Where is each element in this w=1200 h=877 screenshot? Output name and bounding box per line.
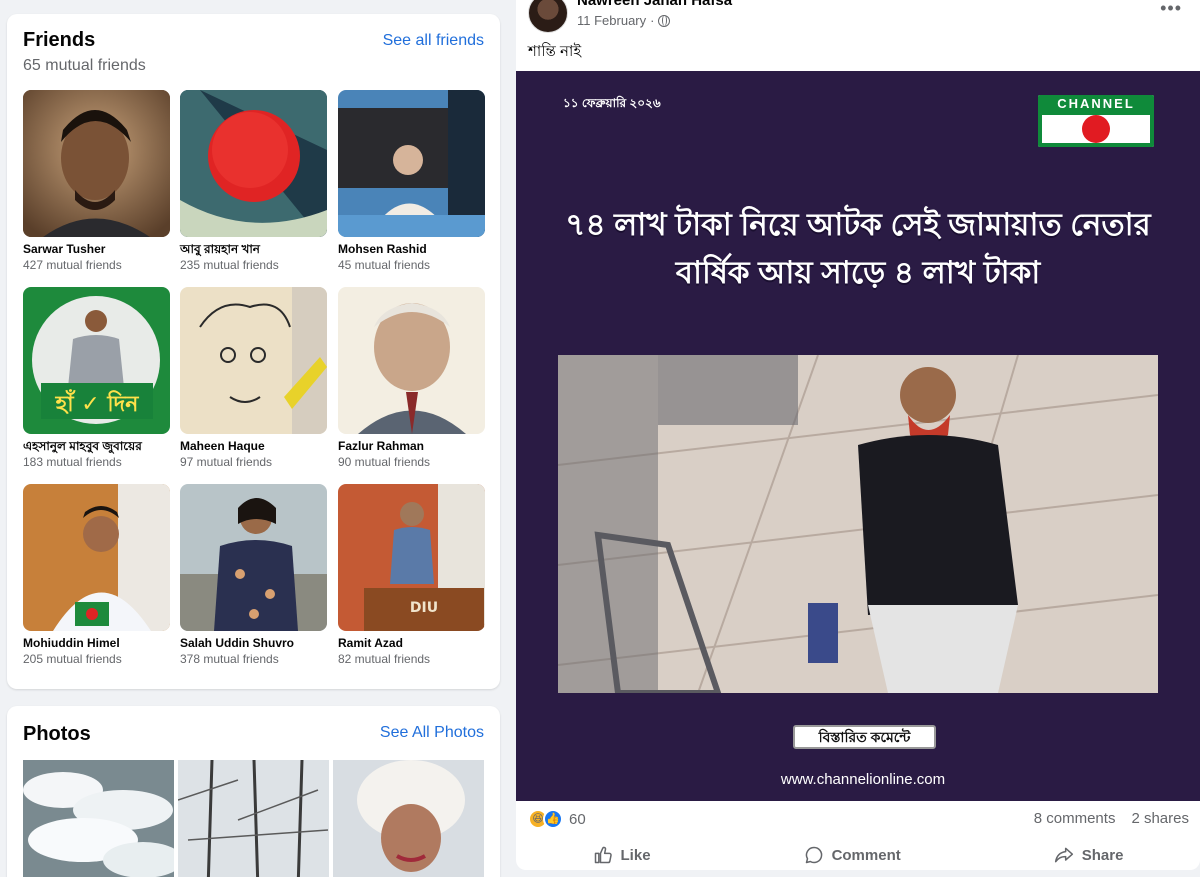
friend-name[interactable]: Mohiuddin Himel	[23, 635, 170, 651]
globe-icon	[658, 14, 671, 27]
post-actions: Like Comment Share	[516, 835, 1200, 875]
friend-mutual-count: 205 mutual friends	[23, 652, 122, 666]
channel-website: www.channelionline.com	[780, 771, 946, 788]
headline-line-1: ৭৪ লাখ টাকা নিয়ে আটক সেই জামায়াত নেতার	[565, 207, 1151, 242]
comments-count[interactable]: 8 comments	[1034, 810, 1116, 827]
friend-photo[interactable]	[23, 484, 170, 631]
friend-tile[interactable]: Maheen Haque 97 mutual friends	[180, 287, 327, 470]
reaction-summary[interactable]: 😆 👍 60	[528, 809, 586, 829]
details-in-comments-label: বিস্তারিত কমেন্টে	[793, 725, 936, 749]
friend-photo[interactable]	[180, 484, 327, 631]
reaction-count: 60	[569, 810, 586, 828]
headline-line-2: বার্ষিক আয় সাড়ে ৪ লাখ টাকা	[675, 255, 1041, 290]
image-date: ১১ ফেব্রুয়ারি ২০২৬	[563, 96, 661, 110]
engagement-counts: 8 comments 2 shares	[1034, 810, 1189, 827]
friend-photo[interactable]	[180, 90, 327, 237]
friend-photo[interactable]	[180, 287, 327, 434]
friend-name[interactable]: Sarwar Tusher	[23, 241, 170, 257]
photo-thumbnail[interactable]	[23, 760, 174, 877]
comment-icon	[805, 846, 822, 864]
friend-mutual-count: 183 mutual friends	[23, 455, 122, 469]
post-image[interactable]: ১১ ফেব্রুয়ারি ২০২৬ CHANNEL ৭৪ লাখ টাকা …	[516, 71, 1200, 801]
friend-name[interactable]: Salah Uddin Shuvro	[180, 635, 327, 651]
like-reaction-icon: 👍	[543, 809, 563, 829]
friend-mutual-count: 82 mutual friends	[338, 652, 431, 666]
photos-title: Photos	[23, 723, 91, 745]
friend-mutual-count: 45 mutual friends	[338, 258, 431, 272]
news-photo	[558, 355, 1158, 693]
friend-name[interactable]: এহসানুল মাহবুব জুবায়ের	[23, 438, 170, 454]
see-all-photos-link[interactable]: See All Photos	[380, 724, 484, 742]
friend-mutual-count: 90 mutual friends	[338, 455, 431, 469]
photos-card: Photos See All Photos	[7, 706, 500, 877]
friends-card: Friends 65 mutual friends See all friend…	[7, 14, 500, 689]
friend-photo[interactable]	[23, 90, 170, 237]
friend-name[interactable]: Fazlur Rahman	[338, 438, 485, 454]
friend-mutual-count: 97 mutual friends	[180, 455, 273, 469]
friend-name[interactable]: Ramit Azad	[338, 635, 485, 651]
share-label: Share	[1081, 846, 1124, 864]
post-author-name[interactable]: Nawreen Jahan Hafsa	[577, 0, 732, 9]
friend-tile[interactable]: Sarwar Tusher 427 mutual friends	[23, 90, 170, 273]
like-icon	[594, 846, 612, 864]
post-meta: 11 February ·	[577, 13, 671, 28]
mutual-friends-count: 65 mutual friends	[23, 57, 146, 74]
svg-text:DIU: DIU	[410, 600, 438, 616]
like-label: Like	[620, 846, 651, 864]
friend-tile[interactable]: Salah Uddin Shuvro 378 mutual friends	[180, 484, 327, 667]
see-all-friends-link[interactable]: See all friends	[383, 32, 484, 50]
friends-title: Friends	[23, 29, 96, 51]
author-avatar[interactable]	[528, 0, 568, 33]
friend-mutual-count: 235 mutual friends	[180, 258, 279, 272]
friend-name[interactable]: আবু রায়হান খান	[180, 241, 327, 257]
channel-logo-text: CHANNEL	[1038, 95, 1154, 113]
photo-thumbnail[interactable]	[333, 760, 484, 877]
friend-tile[interactable]: DIU Ramit Azad 82 mutual friends	[338, 484, 485, 667]
friend-tile[interactable]: Mohsen Rashid 45 mutual friends	[338, 90, 485, 273]
friend-name[interactable]: Mohsen Rashid	[338, 241, 485, 257]
comment-label: Comment	[831, 846, 901, 864]
friend-mutual-count: 427 mutual friends	[23, 258, 122, 272]
news-headline: ৭৪ লাখ টাকা নিয়ে আটক সেই জামায়াত নেতার…	[536, 201, 1180, 297]
photo-thumbnail[interactable]	[178, 760, 329, 877]
like-button[interactable]: Like	[593, 845, 651, 865]
friend-tile[interactable]: Fazlur Rahman 90 mutual friends	[338, 287, 485, 470]
friend-tile[interactable]: Mohiuddin Himel 205 mutual friends	[23, 484, 170, 667]
shares-count[interactable]: 2 shares	[1131, 810, 1189, 827]
svg-text:হাঁ ✓ দিন: হাঁ ✓ দিন	[55, 389, 140, 417]
channel-logo: CHANNEL	[1038, 95, 1154, 147]
post-text: শান্তি নাই	[528, 43, 582, 60]
friend-tile[interactable]: আবু রায়হান খান 235 mutual friends	[180, 90, 327, 273]
friend-photo[interactable]: হাঁ ✓ দিন	[23, 287, 170, 434]
more-options-icon[interactable]: •••	[1160, 0, 1182, 19]
share-button[interactable]: Share	[1054, 845, 1124, 865]
friend-photo[interactable]	[338, 90, 485, 237]
friend-tile[interactable]: হাঁ ✓ দিন এহসানুল মাহবুব জুবায়ের 183 mu…	[23, 287, 170, 470]
friend-name[interactable]: Maheen Haque	[180, 438, 327, 454]
post-card: Nawreen Jahan Hafsa 11 February · ••• শা…	[516, 0, 1200, 870]
friend-photo[interactable]: DIU	[338, 484, 485, 631]
friend-mutual-count: 378 mutual friends	[180, 652, 279, 666]
friend-photo[interactable]	[338, 287, 485, 434]
comment-button[interactable]: Comment	[804, 845, 901, 865]
post-date[interactable]: 11 February	[577, 13, 646, 28]
share-icon	[1054, 847, 1073, 863]
facebook-profile-page: Friends 65 mutual friends See all friend…	[0, 0, 1200, 877]
